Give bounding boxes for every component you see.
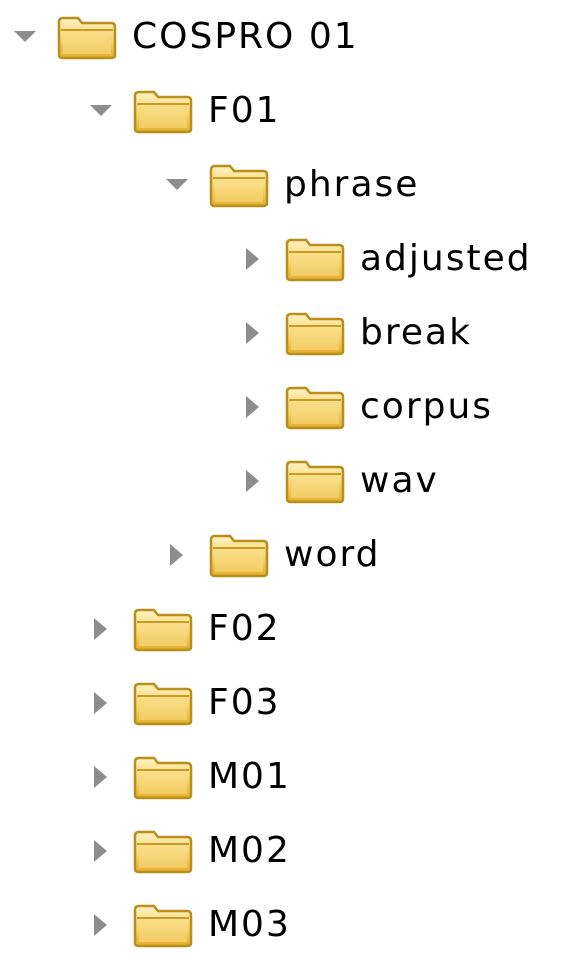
tree-node-f02[interactable]: F02 (90, 592, 281, 666)
tree-node-m02[interactable]: M02 (90, 814, 291, 888)
tree-node-label[interactable]: COSPRO 01 (132, 0, 359, 74)
tree-node-label[interactable]: corpus (360, 370, 493, 444)
tree-node-cospro01[interactable]: COSPRO 01 (14, 0, 359, 74)
tree-node-label[interactable]: M01 (208, 740, 291, 814)
folder-icon (132, 606, 194, 652)
tree-node-label[interactable]: F02 (208, 592, 281, 666)
folder-icon (132, 828, 194, 874)
tree-node-f03[interactable]: F03 (90, 666, 281, 740)
expand-arrow-icon[interactable] (166, 174, 188, 196)
tree-node-label[interactable]: wav (360, 444, 439, 518)
folder-icon (284, 310, 346, 356)
collapse-arrow-icon[interactable] (90, 840, 112, 862)
expand-arrow-icon[interactable] (90, 100, 112, 122)
collapse-arrow-icon[interactable] (90, 618, 112, 640)
collapse-arrow-icon[interactable] (90, 914, 112, 936)
collapse-arrow-icon[interactable] (242, 248, 264, 270)
tree-node-label[interactable]: F01 (208, 74, 281, 148)
folder-icon (208, 532, 270, 578)
tree-node-corpus[interactable]: corpus (242, 370, 493, 444)
collapse-arrow-icon[interactable] (242, 322, 264, 344)
tree-node-phrase[interactable]: phrase (166, 148, 419, 222)
tree-node-label[interactable]: F03 (208, 666, 281, 740)
tree-node-f01[interactable]: F01 (90, 74, 281, 148)
tree-node-break[interactable]: break (242, 296, 472, 370)
folder-icon (132, 88, 194, 134)
folder-tree: COSPRO 01 F01 phrase adjusted break corp… (0, 0, 563, 951)
folder-icon (132, 902, 194, 948)
folder-icon (284, 384, 346, 430)
tree-node-label[interactable]: M02 (208, 814, 291, 888)
collapse-arrow-icon[interactable] (90, 766, 112, 788)
folder-icon (284, 236, 346, 282)
collapse-arrow-icon[interactable] (90, 692, 112, 714)
folder-icon (208, 162, 270, 208)
collapse-arrow-icon[interactable] (242, 396, 264, 418)
tree-node-word[interactable]: word (166, 518, 381, 592)
expand-arrow-icon[interactable] (14, 26, 36, 48)
tree-node-label[interactable]: word (284, 518, 381, 592)
collapse-arrow-icon[interactable] (166, 544, 188, 566)
collapse-arrow-icon[interactable] (242, 470, 264, 492)
tree-node-m01[interactable]: M01 (90, 740, 291, 814)
tree-node-label[interactable]: adjusted (360, 222, 532, 296)
tree-node-label[interactable]: break (360, 296, 472, 370)
folder-icon (284, 458, 346, 504)
folder-icon (56, 14, 118, 60)
folder-icon (132, 680, 194, 726)
folder-icon (132, 754, 194, 800)
tree-node-wav[interactable]: wav (242, 444, 439, 518)
tree-node-adjusted[interactable]: adjusted (242, 222, 532, 296)
tree-node-label[interactable]: phrase (284, 148, 419, 222)
